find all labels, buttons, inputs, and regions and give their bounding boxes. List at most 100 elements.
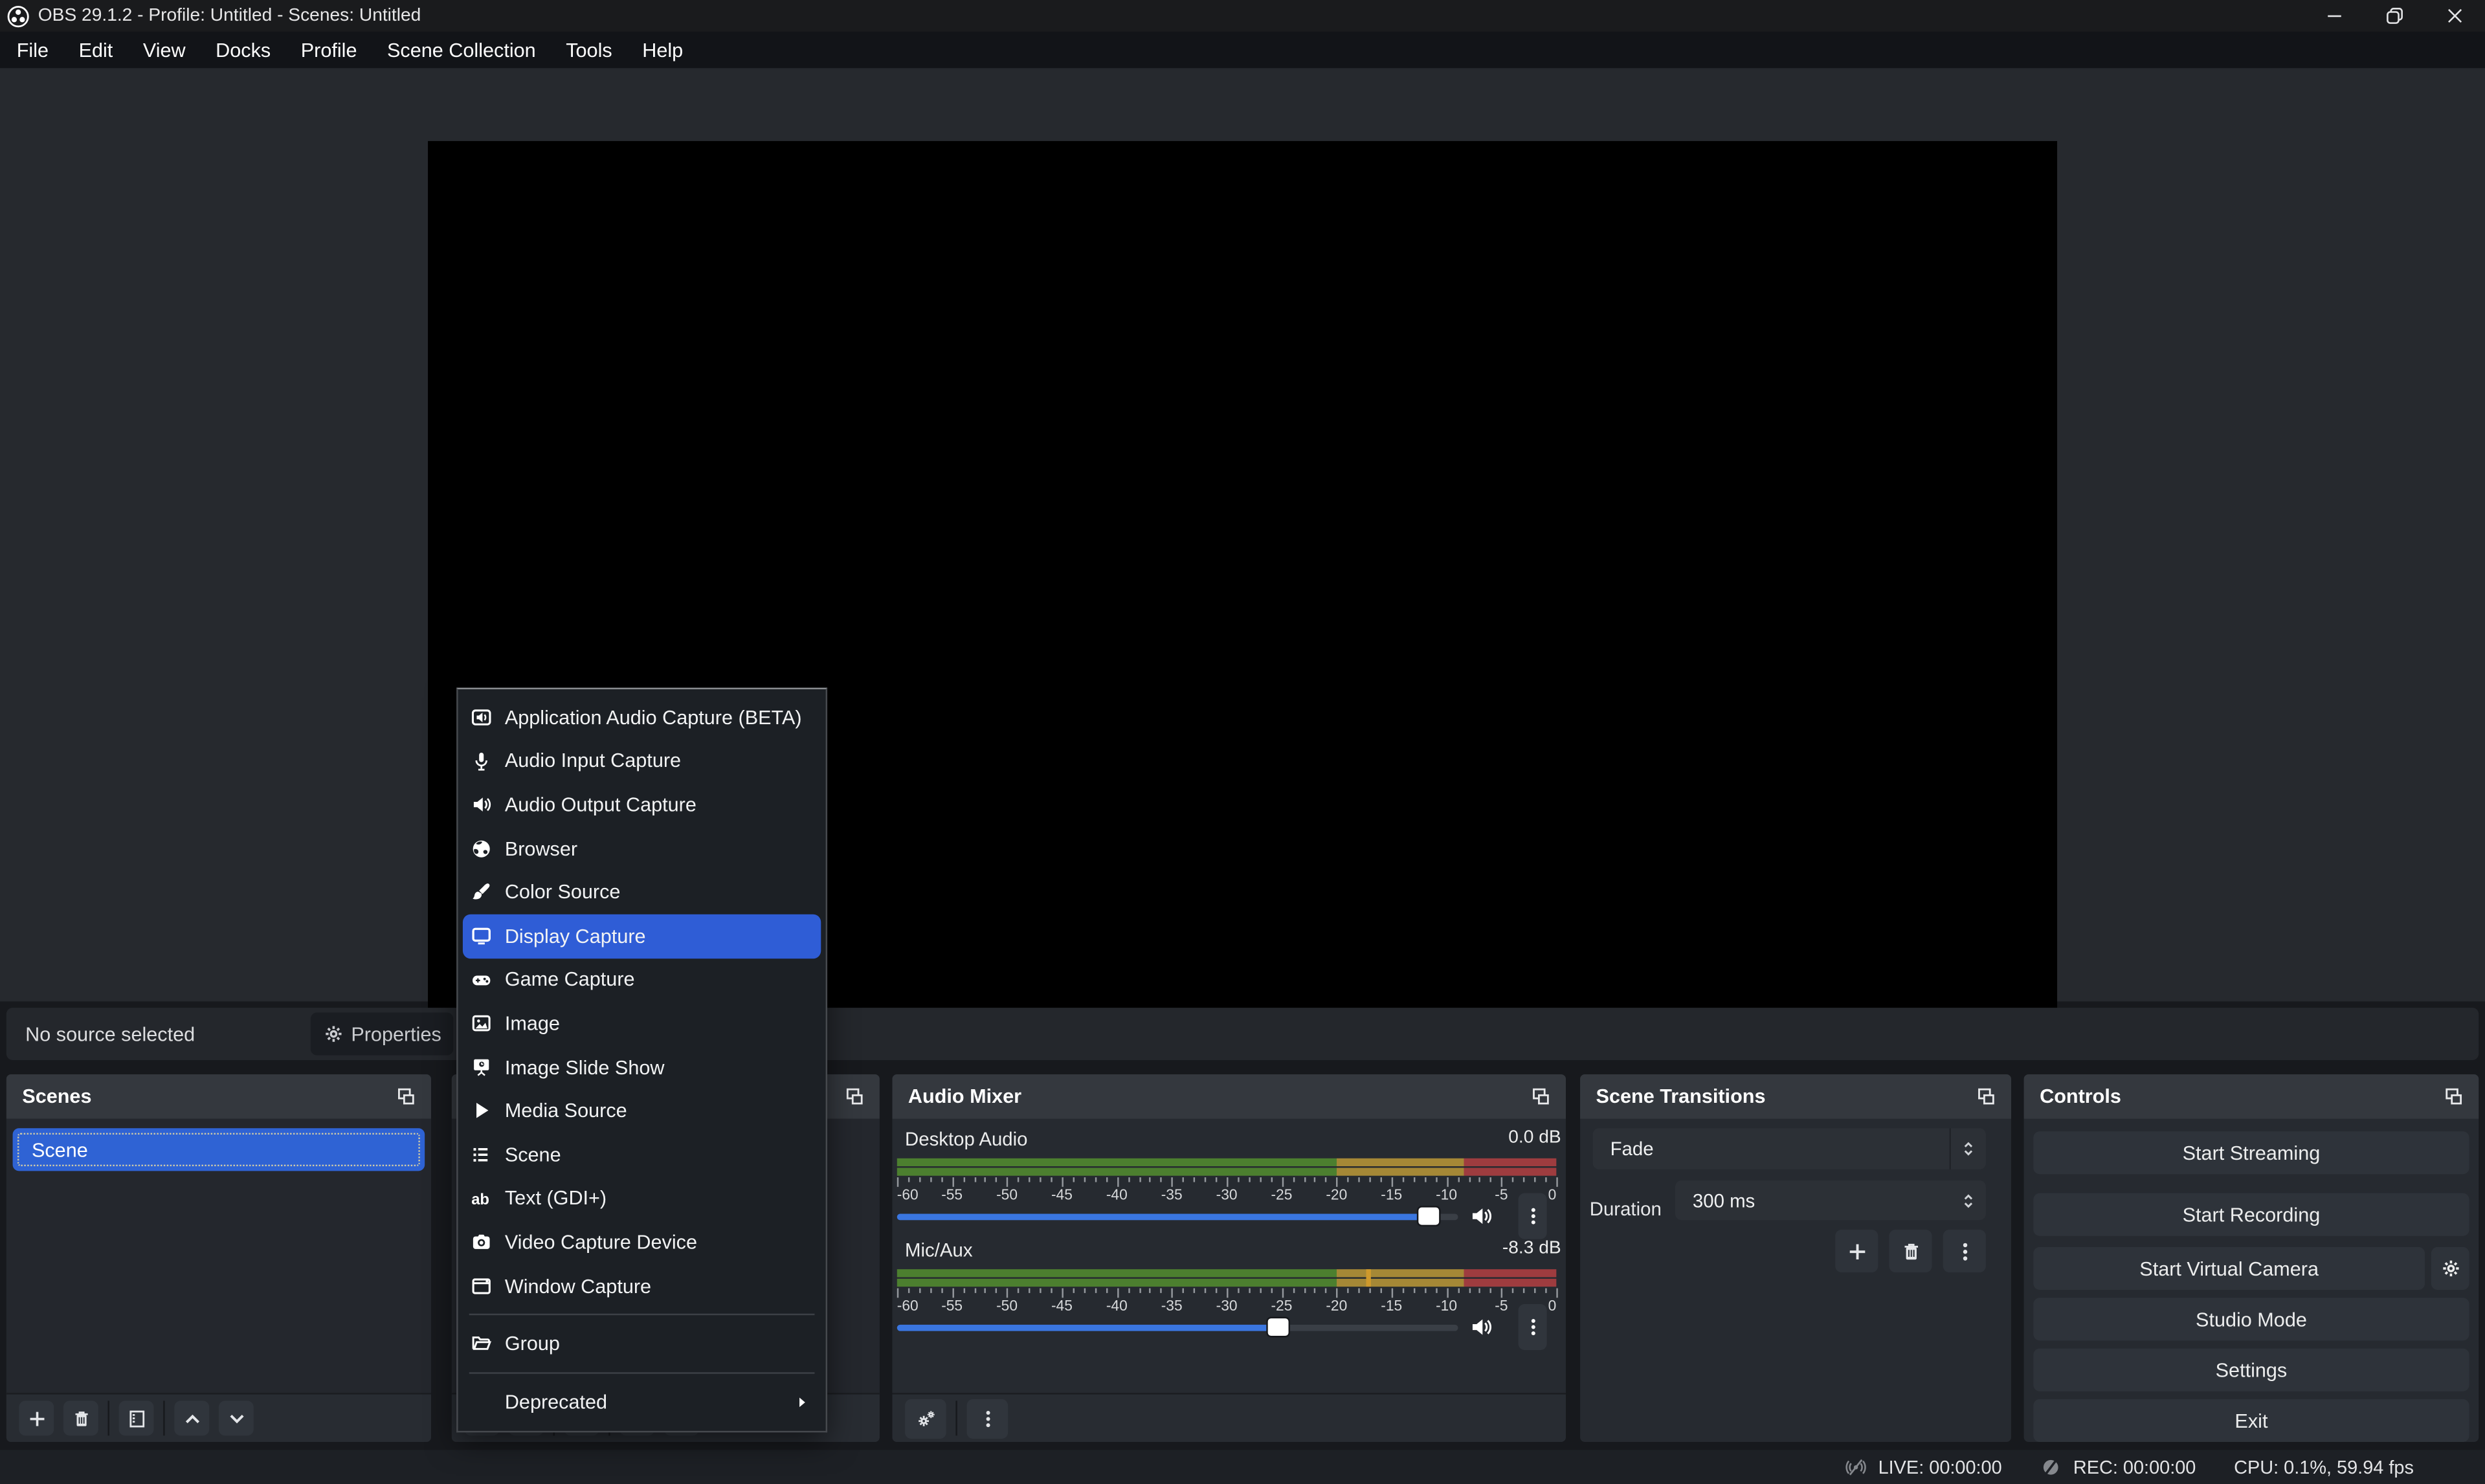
mixer-dots-button[interactable] <box>967 1399 1008 1438</box>
menu-item-audio-output-capture[interactable]: Audio Output Capture <box>458 783 826 827</box>
scenes-chev-up-button[interactable] <box>174 1401 209 1435</box>
scenes-plus-button[interactable] <box>19 1401 54 1435</box>
channel-db-value: -8.3 dB <box>1502 1239 1561 1258</box>
menu-tools[interactable]: Tools <box>551 32 627 68</box>
menu-docks[interactable]: Docks <box>201 32 286 68</box>
scenes-trash-button[interactable] <box>63 1401 98 1435</box>
image-icon <box>471 1013 492 1034</box>
status-cpu: CPU: 0.1%, 59.94 fps <box>2234 1456 2414 1478</box>
menu-edit[interactable]: Edit <box>63 32 128 68</box>
volume-slider[interactable] <box>897 1317 1458 1338</box>
menu-file[interactable]: File <box>1 32 63 68</box>
transition-value: Fade <box>1610 1138 1950 1160</box>
menu-view[interactable]: View <box>128 32 201 68</box>
preview-area <box>0 68 2485 1001</box>
menu-item-text-gdi-[interactable]: Text (GDI+) <box>458 1177 826 1221</box>
menu-bar: FileEditViewDocksProfileScene Collection… <box>0 32 2485 68</box>
audio-mixer-header: Audio Mixer <box>892 1074 1566 1119</box>
scenes-list: Scene <box>6 1119 431 1442</box>
menu-item-image[interactable]: Image <box>458 1002 826 1046</box>
transition-spinner[interactable] <box>1951 1138 1986 1160</box>
scenes-dock: Scenes Scene <box>6 1074 431 1442</box>
studio-mode-button[interactable]: Studio Mode <box>2033 1298 2469 1340</box>
scenes-chev-down-button[interactable] <box>219 1401 254 1435</box>
menu-item-label: Window Capture <box>505 1275 810 1297</box>
speaker-icon[interactable] <box>1469 1315 1493 1339</box>
menu-item-label: Scene <box>505 1144 810 1166</box>
gamepad-icon <box>471 969 492 990</box>
virtual-camera-settings-button[interactable] <box>2431 1247 2469 1290</box>
volume-slider-handle[interactable] <box>1266 1317 1290 1338</box>
volume-slider-handle[interactable] <box>1418 1206 1442 1226</box>
close-button[interactable] <box>2425 0 2485 32</box>
channel-name: Mic/Aux <box>905 1239 973 1261</box>
scene-transitions-body: Fade Duration 300 ms <box>1580 1119 2011 1442</box>
menu-item-audio-input-capture[interactable]: Audio Input Capture <box>458 739 826 783</box>
menu-item-media-source[interactable]: Media Source <box>458 1089 826 1133</box>
menu-item-label: Group <box>505 1333 810 1355</box>
start-virtual-camera-button[interactable]: Start Virtual Camera <box>2033 1247 2425 1290</box>
toolbar-separator <box>107 1401 109 1435</box>
menu-item-browser[interactable]: Browser <box>458 827 826 871</box>
popout-icon[interactable] <box>395 1086 416 1107</box>
menu-item-color-source[interactable]: Color Source <box>458 870 826 914</box>
scenes-dock-header: Scenes <box>6 1074 431 1119</box>
minimize-button[interactable] <box>2304 0 2365 32</box>
window-icon <box>471 1275 492 1296</box>
menu-item-display-capture[interactable]: Display Capture <box>463 914 821 958</box>
status-text: CPU: 0.1%, 59.94 fps <box>2234 1456 2414 1478</box>
menu-item-image-slide-show[interactable]: Image Slide Show <box>458 1045 826 1089</box>
exit-button[interactable]: Exit <box>2033 1399 2469 1442</box>
transition-trash-button[interactable] <box>1889 1230 1932 1272</box>
mixer-gears-button[interactable] <box>905 1399 946 1438</box>
start-streaming-button[interactable]: Start Streaming <box>2033 1131 2469 1174</box>
menu-item-window-capture[interactable]: Window Capture <box>458 1264 826 1308</box>
menu-item-label: Media Source <box>505 1100 810 1122</box>
popout-icon[interactable] <box>2442 1086 2463 1107</box>
scenes-filter-button[interactable] <box>119 1401 154 1435</box>
scene-list-item[interactable]: Scene <box>13 1128 425 1171</box>
transition-select[interactable]: Fade <box>1593 1128 1986 1169</box>
transition-plus-button[interactable] <box>1835 1230 1878 1272</box>
menu-item-application-audio-capture-beta-[interactable]: Application Audio Capture (BETA) <box>458 696 826 740</box>
play-icon <box>471 1100 492 1122</box>
transition-dots-button[interactable] <box>1943 1230 1986 1272</box>
source-toolbar: No source selected Properties <box>6 1008 2479 1060</box>
menu-item-deprecated[interactable]: Deprecated <box>458 1380 826 1424</box>
source-status-text: No source selected <box>25 1023 195 1045</box>
controls-title: Controls <box>2040 1085 2121 1107</box>
menu-item-game-capture[interactable]: Game Capture <box>458 958 826 1002</box>
menu-item-label: Display Capture <box>505 925 805 947</box>
camera-icon <box>471 1232 492 1253</box>
volume-slider[interactable] <box>897 1206 1458 1226</box>
restore-button[interactable] <box>2365 0 2425 32</box>
channel-options-button[interactable] <box>1519 1193 1547 1239</box>
scene-name: Scene <box>32 1138 88 1160</box>
menu-scene-collection[interactable]: Scene Collection <box>372 32 551 68</box>
add-source-menu: Application Audio Capture (BETA)Audio In… <box>456 688 827 1432</box>
duration-spinner[interactable] <box>1951 1190 1986 1212</box>
menu-help[interactable]: Help <box>627 32 698 68</box>
menu-item-group[interactable]: Group <box>458 1322 826 1366</box>
status-rec: REC: 00:00:00 <box>2040 1456 2196 1478</box>
menu-item-label: Image <box>505 1012 810 1034</box>
speaker-icon[interactable] <box>1469 1204 1493 1228</box>
menu-profile[interactable]: Profile <box>285 32 372 68</box>
duration-value: 300 ms <box>1693 1190 1951 1212</box>
audio-mixer-title: Audio Mixer <box>908 1085 1021 1107</box>
popout-icon[interactable] <box>843 1086 864 1107</box>
settings-button[interactable]: Settings <box>2033 1349 2469 1391</box>
popout-icon[interactable] <box>1975 1086 1996 1107</box>
channel-options-button[interactable] <box>1519 1304 1547 1350</box>
menu-item-video-capture-device[interactable]: Video Capture Device <box>458 1221 826 1265</box>
channel-db-value: 0.0 dB <box>1508 1128 1561 1147</box>
menu-separator <box>469 1314 815 1315</box>
start-recording-button[interactable]: Start Recording <box>2033 1193 2469 1236</box>
popout-icon[interactable] <box>1530 1086 1550 1107</box>
controls-dock: Controls Start Streaming Start Recording S… <box>2024 1074 2479 1442</box>
properties-button[interactable]: Properties <box>311 1013 453 1056</box>
duration-input[interactable]: 300 ms <box>1675 1180 1986 1220</box>
audio-mixer-body: Desktop Audio0.0 dB-60-55-50-45-40-35-30… <box>892 1119 1566 1442</box>
app-audio-icon <box>471 707 492 728</box>
menu-item-scene[interactable]: Scene <box>458 1133 826 1177</box>
